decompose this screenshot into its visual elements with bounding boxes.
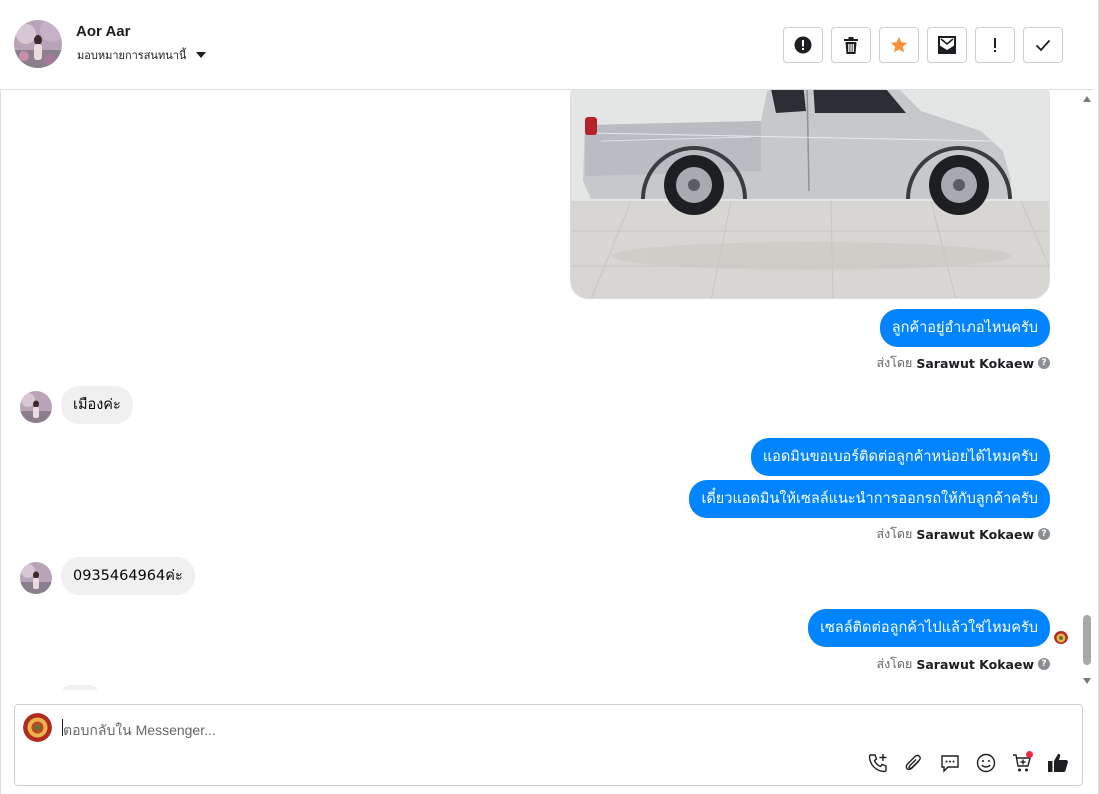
outgoing-message[interactable]: เดี๋ยวแอดมินให้เซลล์แนะนำการออกรถให้กับล… <box>689 480 1050 518</box>
mark-unread-button[interactable] <box>927 27 967 63</box>
assign-conversation-dropdown[interactable]: มอบหมายการสนทนานี้ <box>77 46 207 64</box>
help-icon[interactable]: ? <box>1038 658 1050 670</box>
contact-avatar[interactable] <box>14 20 62 68</box>
phone-plus-icon <box>868 754 887 773</box>
scroll-up-arrow-icon[interactable] <box>1083 96 1091 102</box>
paperclip-icon <box>905 754 921 771</box>
seen-indicator-avatar <box>1054 630 1068 644</box>
agent-name: Sarawut Kokaew <box>916 355 1034 371</box>
page-avatar <box>23 713 52 742</box>
reply-composer[interactable]: ตอบกลับใน Messenger... <box>14 704 1083 786</box>
shop-cart-button[interactable] <box>1010 751 1034 775</box>
star-icon <box>890 36 908 53</box>
emoji-button[interactable] <box>974 751 998 775</box>
envelope-icon <box>938 36 956 54</box>
sent-by-label: ส่งโดย Sarawut Kokaew ? <box>876 524 1050 544</box>
sent-by-prefix: ส่งโดย <box>876 355 913 370</box>
incoming-message[interactable]: เมืองค่ะ <box>61 386 133 424</box>
composer-actions <box>866 751 1070 775</box>
car-photo-attachment[interactable] <box>570 90 1050 299</box>
saved-replies-button[interactable] <box>938 751 962 775</box>
contact-avatar-small <box>20 562 52 594</box>
agent-name: Sarawut Kokaew <box>916 656 1034 672</box>
incoming-message[interactable]: 0935464964ค่ะ <box>61 557 195 595</box>
message-thread[interactable]: ลูกค้าอยู่อำเภอไหนครับ ส่งโดย Sarawut Ko… <box>0 90 1080 690</box>
smiley-icon <box>976 753 996 773</box>
outgoing-message[interactable]: ลูกค้าอยู่อำเภอไหนครับ <box>879 309 1050 347</box>
thumbs-up-icon <box>1048 753 1068 772</box>
check-icon <box>1035 39 1051 52</box>
exclamation-icon <box>994 38 996 52</box>
alert-circle-icon <box>794 36 812 54</box>
sent-by-prefix: ส่งโดย <box>876 526 913 541</box>
outgoing-message[interactable]: เซลล์ติดต่อลูกค้าไปแล้วใช่ไหมครับ <box>808 609 1050 647</box>
sent-by-prefix: ส่งโดย <box>876 656 913 671</box>
header-toolbar <box>783 27 1063 63</box>
attach-button[interactable] <box>902 751 926 775</box>
like-button[interactable] <box>1046 751 1070 775</box>
assign-label: มอบหมายการสนทนานี้ <box>77 49 187 62</box>
help-icon[interactable]: ? <box>1038 357 1050 369</box>
typing-bubble-partial <box>62 685 98 690</box>
sent-by-label: ส่งโดย Sarawut Kokaew ? <box>876 654 1050 674</box>
report-spam-button[interactable] <box>783 27 823 63</box>
contact-avatar-small <box>20 391 52 423</box>
outgoing-message[interactable]: แอดมินขอเบอร์ติดต่อลูกค้าหน่อยได้ไหมครับ <box>750 438 1050 476</box>
thread-scrollbar[interactable] <box>1080 90 1095 690</box>
sent-by-label: ส่งโดย Sarawut Kokaew ? <box>876 353 1050 373</box>
delete-button[interactable] <box>831 27 871 63</box>
chat-bubble-icon <box>941 755 959 773</box>
important-button[interactable] <box>975 27 1015 63</box>
scrollbar-thumb[interactable] <box>1083 615 1091 665</box>
star-button[interactable] <box>879 27 919 63</box>
notification-dot <box>1026 751 1033 758</box>
chevron-down-icon <box>196 52 207 58</box>
call-add-button[interactable] <box>866 751 890 775</box>
mark-done-button[interactable] <box>1023 27 1063 63</box>
agent-name: Sarawut Kokaew <box>916 526 1034 542</box>
scroll-down-arrow-icon[interactable] <box>1083 678 1091 684</box>
help-icon[interactable]: ? <box>1038 528 1050 540</box>
trash-icon <box>844 36 858 54</box>
conversation-header: Aor Aar มอบหมายการสนทนานี้ <box>0 0 1093 90</box>
contact-name: Aor Aar <box>76 23 131 40</box>
reply-input[interactable]: ตอบกลับใน Messenger... <box>63 720 216 742</box>
